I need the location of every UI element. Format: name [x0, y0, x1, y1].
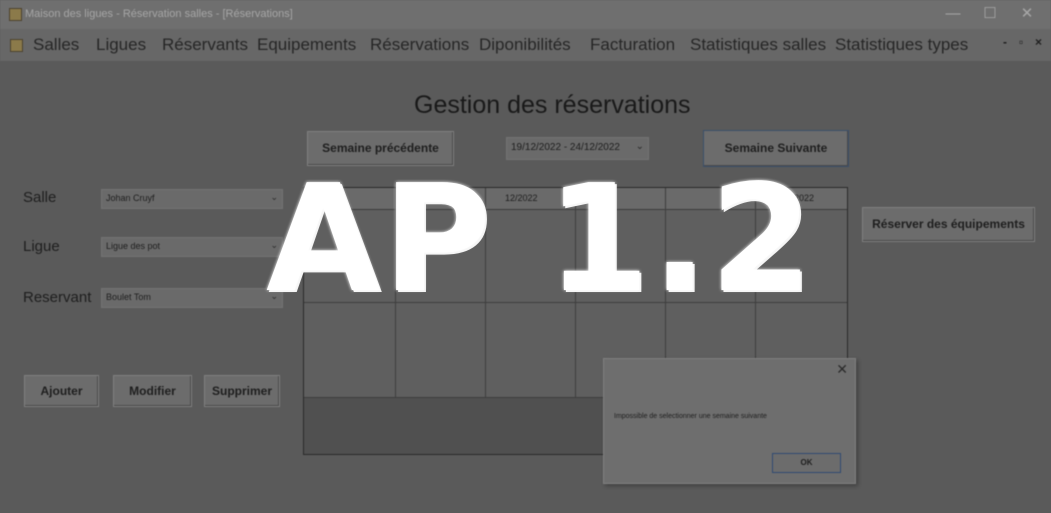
- chevron-down-icon: ⌄: [635, 141, 644, 152]
- window-title: Maison des ligues - Réservation salles -…: [25, 8, 293, 20]
- ligue-select[interactable]: Ligue des pot ⌄: [101, 237, 283, 257]
- dialog-message: Impossible de selectionner une semaine s…: [614, 413, 767, 420]
- reservant-select[interactable]: Boulet Tom ⌄: [101, 288, 283, 308]
- mdi-restore-button[interactable]: ▫: [1019, 35, 1023, 49]
- add-button[interactable]: Ajouter: [24, 375, 99, 407]
- close-icon[interactable]: ✕: [836, 361, 848, 378]
- salle-select[interactable]: Johan Cruyf ⌄: [101, 189, 283, 209]
- ok-button[interactable]: OK: [772, 453, 841, 473]
- menu-reservations[interactable]: Réservations: [370, 35, 469, 55]
- menu-salles[interactable]: Salles: [33, 35, 79, 55]
- menu-disponibilites[interactable]: Diponibilités: [479, 35, 571, 55]
- message-dialog: ✕ Impossible de selectionner une semaine…: [603, 358, 856, 484]
- close-button[interactable]: ✕: [1010, 2, 1044, 26]
- overlay-banner: AP 1.2: [266, 153, 815, 325]
- menu-equipements[interactable]: Equipements: [257, 35, 356, 55]
- reservant-label: Reservant: [23, 289, 92, 306]
- mdi-child-icon[interactable]: [10, 39, 23, 52]
- menu-statistiques-types[interactable]: Statistiques types: [835, 35, 968, 55]
- minimize-button[interactable]: —: [936, 2, 970, 26]
- reservant-select-value: Boulet Tom: [106, 292, 151, 302]
- reserve-equipment-button[interactable]: Réserver des équipements: [862, 207, 1035, 242]
- title-bar: Maison des ligues - Réservation salles -…: [0, 0, 1051, 29]
- salle-select-value: Johan Cruyf: [106, 193, 155, 203]
- mdi-minimize-button[interactable]: -: [1003, 35, 1007, 49]
- app-icon: [9, 8, 22, 21]
- page-title: Gestion des réservations: [414, 91, 691, 119]
- salle-label: Salle: [23, 189, 57, 206]
- maximize-button[interactable]: ☐: [973, 2, 1007, 26]
- delete-button[interactable]: Supprimer: [204, 375, 280, 407]
- menu-bar: Salles Ligues Réservants Equipements Rés…: [0, 29, 1051, 61]
- ligue-label: Ligue: [23, 238, 60, 255]
- menu-statistiques-salles[interactable]: Statistiques salles: [690, 35, 826, 55]
- menu-ligues[interactable]: Ligues: [96, 35, 146, 55]
- ligue-select-value: Ligue des pot: [106, 241, 161, 251]
- menu-facturation[interactable]: Facturation: [590, 35, 675, 55]
- week-select-value: 19/12/2022 - 24/12/2022: [511, 142, 620, 153]
- menu-reservants[interactable]: Réservants: [162, 35, 248, 55]
- modify-button[interactable]: Modifier: [113, 375, 192, 407]
- overlay-title: AP 1.2: [266, 153, 815, 325]
- mdi-close-button[interactable]: ×: [1035, 35, 1042, 49]
